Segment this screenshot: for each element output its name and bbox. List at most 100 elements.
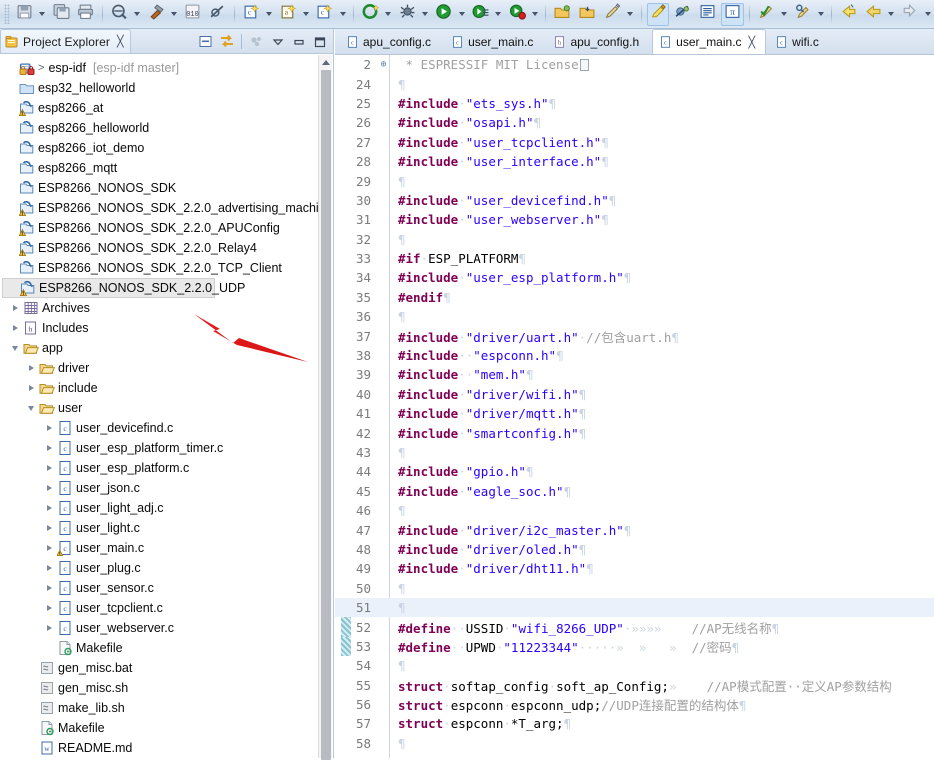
code-line[interactable]: 55 struct·softap_config·soft_ap_Config;» … [335,676,934,695]
chevron-down-icon[interactable] [132,3,143,26]
debug-button[interactable] [396,3,419,26]
code-line[interactable]: 36 ¶ [335,307,934,326]
code-line[interactable]: 41 #include·"driver/mqtt.h"¶ [335,404,934,423]
code-line[interactable]: 34 #include·"user_esp_platform.h"¶ [335,268,934,287]
clean-button[interactable] [206,3,229,26]
tree-item[interactable]: c user_webserver.c [0,618,319,638]
code-line[interactable]: 35 #endif¶ [335,288,934,307]
expand-arrow-icon[interactable] [24,361,38,375]
chevron-down-icon[interactable] [383,3,394,26]
code-line[interactable]: 45 #include·"eagle_soc.h"¶ [335,482,934,501]
import-button[interactable] [576,3,599,26]
search-button[interactable] [791,3,814,26]
tree-item[interactable]: c user_sensor.c [0,578,319,598]
tree-item[interactable]: ESP8266_NONOS_SDK_2.2.0_Relay4 [0,238,319,258]
collapse-arrow-icon[interactable] [24,401,38,415]
code-line[interactable]: 56 struct·espconn·espconn_udp;//UDP连接配置的结… [335,695,934,714]
tree-item[interactable]: esp8266_helloworld [0,118,319,138]
stop-button[interactable] [506,3,529,26]
project-tree[interactable]: > esp-idf [esp-idf master] esp32_helloworld… [0,55,319,758]
tree-item[interactable]: h Includes [0,318,319,338]
code-line[interactable]: 48 #include·"driver/oled.h"¶ [335,540,934,559]
collapsed-comment-box[interactable] [579,59,589,72]
new-cpp-class-button[interactable]: a [277,3,300,26]
code-line[interactable]: 24 ¶ [335,74,934,93]
expand-arrow-icon[interactable] [42,481,56,495]
tree-item[interactable]: c user_light.c [0,518,319,538]
code-line[interactable]: 46 ¶ [335,501,934,520]
editor-tab[interactable]: h apu_config.h [546,29,650,54]
tree-item[interactable]: ESP8266_NONOS_SDK [0,178,319,198]
console-button[interactable] [696,3,719,26]
build-all-button[interactable] [108,3,131,26]
project-tree-scrollbar[interactable] [318,55,332,760]
code-line[interactable]: 37 #include·"driver/uart.h"·//包含uart.h¶ [335,326,934,345]
chevron-down-icon[interactable] [37,3,48,26]
chevron-down-icon[interactable] [420,3,431,26]
code-editor[interactable]: 2 ⊕ * ESPRESSIF MIT License 24 ¶ 25 #include·… [335,55,934,758]
code-line[interactable]: 31 #include·"user_webserver.h"¶ [335,210,934,229]
close-icon[interactable]: ╳ [117,36,124,47]
tree-item[interactable]: ESP8266_NONOS_SDK_2.2.0_APUConfig [0,218,319,238]
tree-item[interactable]: gen_misc.sh [0,678,319,698]
project-explorer-tab[interactable]: Project Explorer ╳ [0,29,131,53]
chevron-down-icon[interactable] [493,3,504,26]
build-button[interactable] [145,3,168,26]
code-line[interactable]: 40 #include·"driver/wifi.h"¶ [335,385,934,404]
tree-item[interactable]: esp8266_iot_demo [0,138,319,158]
expand-arrow-icon[interactable] [42,621,56,635]
marker-button[interactable] [646,2,670,26]
tree-item[interactable]: c user_main.c [0,538,319,558]
expand-chevron-icon[interactable]: > [38,62,44,74]
code-line[interactable]: 49 #include·"driver/dht11.h"¶ [335,559,934,578]
expand-arrow-icon[interactable] [42,601,56,615]
tree-item[interactable]: user [0,398,319,418]
pencil-button[interactable] [601,3,624,26]
code-line[interactable]: 25 #include·"ets_sys.h"¶ [335,94,934,113]
chevron-down-icon[interactable] [169,3,180,26]
toolbar-drag-handle[interactable] [4,4,10,24]
code-line[interactable]: 54 ¶ [335,656,934,675]
tree-item[interactable]: > esp-idf [esp-idf master] [0,58,319,78]
back-button[interactable] [837,3,860,26]
maximize-icon[interactable] [310,32,329,51]
tree-item[interactable]: esp32_helloworld [0,78,319,98]
editor-tab[interactable]: c user_main.c [444,29,544,54]
save-all-button[interactable] [50,3,73,26]
chevron-down-icon[interactable] [456,3,467,26]
run-button[interactable] [432,3,455,26]
tree-item[interactable]: c user_json.c [0,478,319,498]
last-edit-button[interactable] [755,3,778,26]
code-line[interactable]: 29 ¶ [335,171,934,190]
expand-arrow-icon[interactable] [8,321,22,335]
expand-arrow-icon[interactable] [42,501,56,515]
code-line[interactable]: 57 struct·espconn·*T_arg;¶ [335,714,934,733]
refresh-button[interactable] [359,3,382,26]
tree-item[interactable]: Archives [0,298,319,318]
tree-item[interactable]: app [0,338,319,358]
tree-item[interactable]: c user_light_adj.c [0,498,319,518]
chevron-down-icon[interactable] [886,3,897,26]
scroll-up-arrow-icon[interactable] [319,55,332,69]
code-line[interactable]: 30 #include·"user_devicefind.h"¶ [335,191,934,210]
chevron-down-icon[interactable] [530,3,541,26]
tree-item[interactable]: c user_devicefind.c [0,418,319,438]
code-line[interactable]: 28 #include·"user_interface.h"¶ [335,152,934,171]
code-line[interactable]: 38 #include··"espconn.h"¶ [335,346,934,365]
tree-item[interactable]: c user_plug.c [0,558,319,578]
chevron-down-icon[interactable] [264,3,275,26]
tree-item[interactable]: ESP8266_NONOS_SDK_2.2.0_TCP_Client [0,258,319,278]
tree-item[interactable]: esp8266_at [0,98,319,118]
code-line[interactable]: 2 ⊕ * ESPRESSIF MIT License [335,55,934,74]
expand-arrow-icon[interactable] [8,301,22,315]
skip-breakpoints-button[interactable] [671,3,694,26]
chevron-down-icon[interactable] [625,3,636,26]
chevron-down-icon[interactable] [922,3,933,26]
code-line[interactable]: 32 ¶ [335,230,934,249]
chevron-down-icon[interactable] [815,3,826,26]
forward-button[interactable] [899,3,922,26]
expand-arrow-icon[interactable] [42,541,56,555]
editor-tab[interactable]: c wifi.c [768,29,830,54]
code-line[interactable]: 42 #include·"smartconfig.h"¶ [335,423,934,442]
scrollbar-thumb[interactable] [321,70,331,760]
